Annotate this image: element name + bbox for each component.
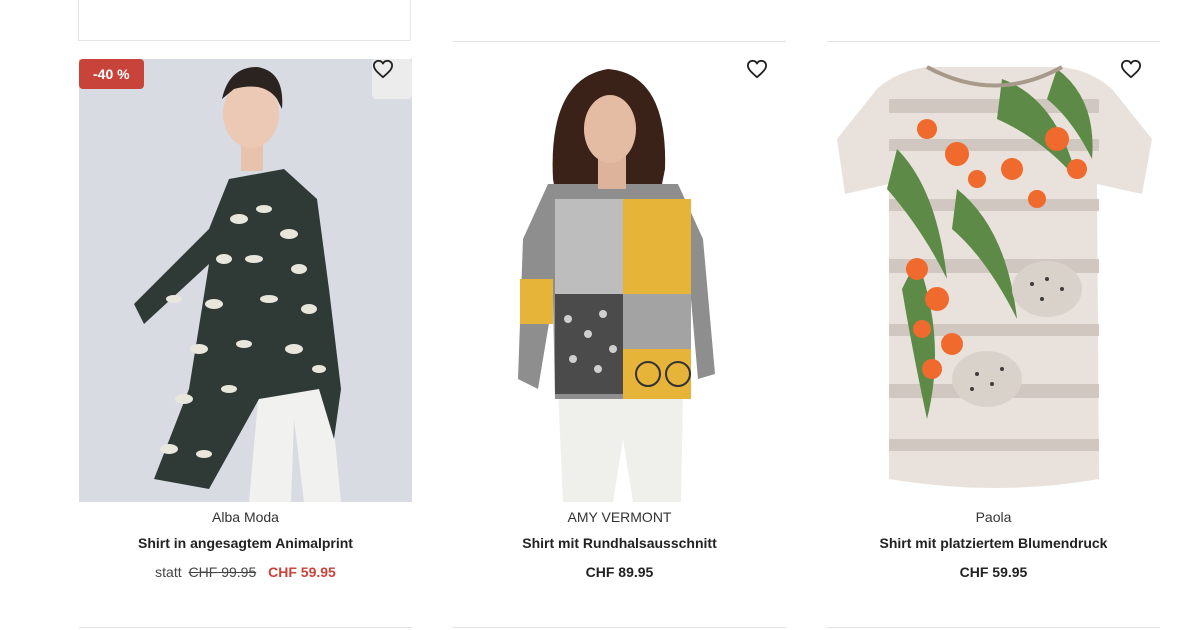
product-brand[interactable]: AMY VERMONT bbox=[453, 508, 786, 526]
product-price: CHF 59.95 bbox=[827, 563, 1160, 581]
divider bbox=[453, 41, 786, 42]
model-patchwork-shirt-photo bbox=[453, 59, 786, 502]
product-image[interactable]: -40 % bbox=[79, 59, 412, 502]
product-card[interactable]: -40 % Alba Moda Shirt in angesagtem Anim… bbox=[79, 59, 412, 599]
divider bbox=[827, 41, 1160, 42]
heart-outline-icon bbox=[372, 59, 393, 79]
product-price: CHF 89.95 bbox=[453, 563, 786, 581]
model-zebra-shirt-photo bbox=[79, 59, 412, 502]
product-card[interactable]: AMY VERMONT Shirt mit Rundhalsausschnitt… bbox=[453, 59, 786, 599]
divider bbox=[827, 627, 1160, 628]
wishlist-button[interactable] bbox=[1120, 59, 1160, 99]
product-image[interactable] bbox=[453, 59, 786, 502]
discount-badge: -40 % bbox=[79, 59, 144, 89]
price-prefix: statt bbox=[155, 564, 182, 580]
sale-price: CHF 59.95 bbox=[268, 564, 336, 580]
regular-price: CHF 59.95 bbox=[959, 564, 1028, 580]
wishlist-button[interactable] bbox=[746, 59, 786, 99]
regular-price: CHF 89.95 bbox=[585, 564, 654, 580]
previous-product-card bbox=[78, 0, 411, 41]
old-price: CHF 99.95 bbox=[188, 564, 257, 580]
divider bbox=[453, 627, 786, 628]
wishlist-button[interactable] bbox=[372, 59, 412, 99]
product-image[interactable] bbox=[827, 59, 1160, 502]
floral-tshirt-photo bbox=[827, 59, 1160, 502]
product-brand[interactable]: Alba Moda bbox=[79, 508, 412, 526]
product-brand[interactable]: Paola bbox=[827, 508, 1160, 526]
divider bbox=[79, 627, 412, 628]
heart-outline-icon bbox=[1120, 59, 1141, 79]
product-name[interactable]: Shirt in angesagtem Animalprint bbox=[79, 534, 412, 552]
heart-outline-icon bbox=[747, 59, 767, 79]
product-name[interactable]: Shirt mit platziertem Blumendruck bbox=[827, 534, 1160, 552]
product-card[interactable]: Paola Shirt mit platziertem Blumendruck … bbox=[827, 59, 1160, 599]
product-price: statt CHF 99.95 CHF 59.95 bbox=[79, 563, 412, 581]
product-name[interactable]: Shirt mit Rundhalsausschnitt bbox=[453, 534, 786, 552]
